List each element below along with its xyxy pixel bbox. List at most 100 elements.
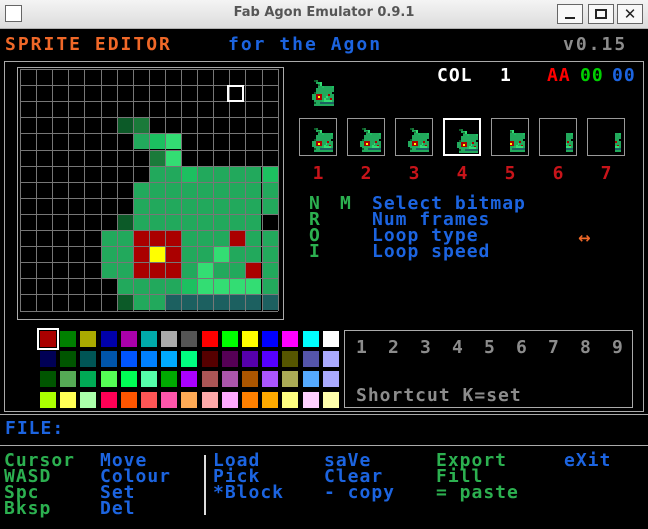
- pixel-cell[interactable]: [213, 165, 230, 182]
- palette-swatch[interactable]: [201, 331, 218, 347]
- pixel-cell[interactable]: [229, 165, 246, 182]
- pixel-cell[interactable]: [197, 246, 214, 263]
- shortcut-slot[interactable]: 9: [612, 339, 624, 357]
- pixel-cell[interactable]: [148, 181, 165, 198]
- pixel-cell[interactable]: [132, 133, 149, 150]
- pixel-cell[interactable]: [100, 230, 117, 247]
- frame-thumb[interactable]: [443, 118, 481, 156]
- palette-swatch[interactable]: [141, 391, 157, 408]
- pixel-cell[interactable]: [261, 262, 278, 279]
- pixel-cell[interactable]: [100, 262, 117, 279]
- pixel-cell[interactable]: [229, 262, 246, 279]
- palette-swatch[interactable]: [120, 331, 137, 347]
- pixel-cell[interactable]: [148, 246, 165, 263]
- pixel-cell[interactable]: [245, 197, 262, 214]
- palette-swatch[interactable]: [282, 371, 299, 388]
- pixel-cell[interactable]: [164, 230, 181, 247]
- palette-swatch[interactable]: [262, 331, 279, 347]
- palette-swatch[interactable]: [60, 351, 77, 368]
- pixel-cell[interactable]: [197, 213, 214, 230]
- pixel-cell[interactable]: [229, 230, 246, 247]
- pixel-cell[interactable]: [181, 213, 198, 230]
- palette-swatch[interactable]: [100, 391, 117, 408]
- pixel-cell[interactable]: [164, 278, 181, 295]
- pixel-cell[interactable]: [132, 246, 149, 263]
- palette-swatch[interactable]: [100, 331, 117, 347]
- frame-thumb[interactable]: [539, 118, 577, 156]
- menu-key-m[interactable]: M: [340, 195, 352, 213]
- pixel-cell[interactable]: [116, 278, 133, 295]
- palette-swatch[interactable]: [282, 351, 299, 368]
- palette-swatch[interactable]: [242, 371, 258, 388]
- pixel-cell[interactable]: [148, 278, 165, 295]
- pixel-cell[interactable]: [100, 246, 117, 263]
- palette-swatch[interactable]: [80, 351, 97, 368]
- pixel-cell[interactable]: [181, 197, 198, 214]
- pixel-cell[interactable]: [164, 149, 181, 166]
- menu-key-i[interactable]: I: [309, 243, 321, 261]
- pixel-cell[interactable]: [261, 181, 278, 198]
- pixel-cell[interactable]: [132, 278, 149, 295]
- pixel-cell[interactable]: [245, 230, 262, 247]
- palette-swatch[interactable]: [120, 351, 137, 368]
- palette-swatch[interactable]: [80, 371, 97, 388]
- pixel-cell[interactable]: [148, 262, 165, 279]
- palette-swatch[interactable]: [221, 371, 238, 388]
- pixel-cell[interactable]: [164, 181, 181, 198]
- frame-thumb[interactable]: [299, 118, 337, 156]
- pixel-cell[interactable]: [148, 294, 165, 311]
- palette-swatch[interactable]: [141, 371, 157, 388]
- palette-swatch[interactable]: [181, 331, 198, 347]
- pixel-cell[interactable]: [148, 213, 165, 230]
- palette-swatch[interactable]: [181, 351, 198, 368]
- pixel-cell[interactable]: [181, 246, 198, 263]
- shortcut-slot[interactable]: 5: [484, 339, 496, 357]
- shortcut-slot[interactable]: 6: [516, 339, 528, 357]
- pixel-cell[interactable]: [229, 197, 246, 214]
- palette-swatch[interactable]: [141, 351, 157, 368]
- pixel-cell[interactable]: [164, 197, 181, 214]
- pixel-cell[interactable]: [229, 213, 246, 230]
- pixel-cell[interactable]: [132, 181, 149, 198]
- palette-swatch[interactable]: [262, 351, 279, 368]
- palette-swatch[interactable]: [60, 371, 77, 388]
- palette-swatch[interactable]: [282, 391, 299, 408]
- shortcut-slot[interactable]: 7: [548, 339, 560, 357]
- palette-swatch[interactable]: [242, 351, 258, 368]
- palette-swatch[interactable]: [221, 331, 238, 347]
- pixel-cell[interactable]: [261, 278, 278, 295]
- pixel-cell[interactable]: [181, 278, 198, 295]
- pixel-cell[interactable]: [132, 197, 149, 214]
- pixel-cell[interactable]: [181, 165, 198, 182]
- palette-swatch[interactable]: [120, 391, 137, 408]
- palette-swatch[interactable]: [302, 371, 319, 388]
- shortcut-slot[interactable]: 1: [356, 339, 368, 357]
- palette-swatch[interactable]: [161, 371, 178, 388]
- pixel-cell[interactable]: [197, 262, 214, 279]
- pixel-cell[interactable]: [116, 230, 133, 247]
- pixel-cell[interactable]: [245, 213, 262, 230]
- shortcut-slot[interactable]: 3: [420, 339, 432, 357]
- pixel-cell[interactable]: [164, 262, 181, 279]
- file-input[interactable]: [84, 421, 624, 439]
- palette-swatch[interactable]: [221, 391, 238, 408]
- pixel-cell[interactable]: [148, 165, 165, 182]
- pixel-cell[interactable]: [229, 278, 246, 295]
- pixel-cell[interactable]: [116, 262, 133, 279]
- maximize-button[interactable]: [588, 4, 614, 24]
- pixel-cell[interactable]: [132, 117, 149, 134]
- palette-swatch[interactable]: [302, 351, 319, 368]
- palette-swatch[interactable]: [120, 371, 137, 388]
- pixel-cell[interactable]: [261, 197, 278, 214]
- pixel-cell[interactable]: [229, 246, 246, 263]
- palette-swatch[interactable]: [262, 371, 279, 388]
- pixel-cell[interactable]: [197, 165, 214, 182]
- pixel-cell[interactable]: [116, 213, 133, 230]
- pixel-cell[interactable]: [181, 294, 198, 311]
- pixel-cell[interactable]: [213, 213, 230, 230]
- pixel-cell[interactable]: [132, 213, 149, 230]
- palette-swatch[interactable]: [282, 331, 299, 347]
- shortcut-slot[interactable]: 8: [580, 339, 592, 357]
- pixel-cell[interactable]: [245, 181, 262, 198]
- pixel-cell[interactable]: [229, 294, 246, 311]
